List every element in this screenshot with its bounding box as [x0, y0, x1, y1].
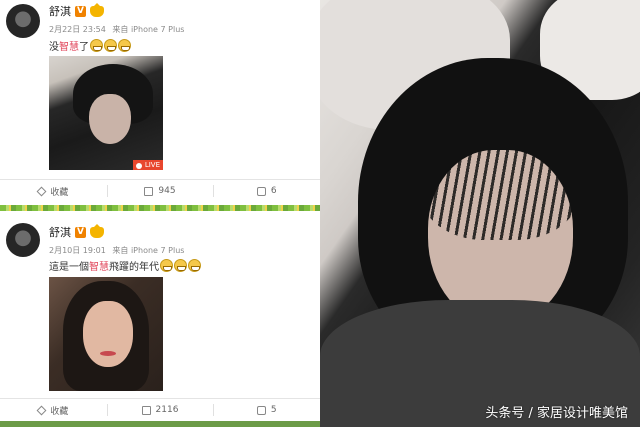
post-header: 舒淇 V — [49, 2, 104, 19]
post-text: 没 智慧 了 — [49, 38, 131, 53]
comment-button[interactable]: 5 — [213, 399, 320, 421]
grin-emoji-icon — [160, 259, 173, 272]
post-text-before: 没 — [49, 42, 59, 53]
photo-hair-strands — [420, 120, 580, 240]
avatar[interactable] — [6, 223, 40, 257]
grass-divider — [0, 421, 320, 427]
post-source: 来自 iPhone 7 Plus — [112, 25, 185, 34]
grin-emoji-icon — [90, 39, 103, 52]
weibo-post: 舒淇 V 2月22日 23:54 来自 iPhone 7 Plus 没 智慧 了… — [0, 0, 320, 205]
vip-crown-icon — [90, 2, 104, 17]
post-image-thumbnail[interactable] — [49, 277, 163, 391]
post-text-after: 了 — [79, 42, 89, 53]
grin-emoji-icon — [118, 39, 131, 52]
weibo-feed: 舒淇 V 2月22日 23:54 来自 iPhone 7 Plus 没 智慧 了… — [0, 0, 320, 427]
post-actions: 收藏 2116 5 — [0, 398, 320, 421]
post-meta: 2月22日 23:54 来自 iPhone 7 Plus — [49, 24, 188, 35]
grin-emoji-icon — [104, 39, 117, 52]
star-icon — [36, 186, 47, 196]
post-image-thumbnail[interactable]: LIVE — [49, 56, 163, 170]
comment-count: 6 — [270, 186, 277, 196]
comment-icon — [256, 186, 266, 196]
comment-count: 5 — [270, 405, 277, 415]
post-text-highlight[interactable]: 智慧 — [89, 258, 109, 273]
favorite-label: 收藏 — [50, 187, 69, 198]
post-date[interactable]: 2月10日 19:01 — [49, 246, 106, 255]
favorite-button[interactable]: 收藏 — [0, 180, 107, 202]
repost-button[interactable]: 2116 — [106, 399, 214, 421]
photo-lips — [100, 351, 116, 356]
post-text-before: 這是一個 — [49, 262, 89, 273]
post-date[interactable]: 2月22日 23:54 — [49, 25, 106, 34]
favorite-button[interactable]: 收藏 — [0, 399, 107, 421]
username[interactable]: 舒淇 — [49, 3, 71, 19]
post-source: 来自 iPhone 7 Plus — [112, 246, 185, 255]
forward-icon — [141, 405, 151, 415]
post-meta: 2月10日 19:01 来自 iPhone 7 Plus — [49, 245, 188, 256]
grin-emoji-icon — [174, 259, 187, 272]
grin-emoji-icon — [188, 259, 201, 272]
post-text-after: 飛躍的年代 — [109, 262, 159, 273]
avatar[interactable] — [6, 4, 40, 38]
photo-face — [89, 94, 131, 144]
comment-button[interactable]: 6 — [213, 180, 320, 202]
verified-badge-icon: V — [75, 226, 86, 238]
vip-crown-icon — [90, 223, 104, 238]
repost-count: 2116 — [155, 405, 179, 415]
verified-badge-icon: V — [75, 5, 86, 17]
forward-icon — [144, 186, 154, 196]
post-actions: 收藏 945 6 — [0, 179, 320, 202]
star-icon — [36, 405, 47, 415]
watermark: 头条号 / 家居设计唯美馆 — [485, 406, 628, 421]
enlarged-photo: 头条号 / 家居设计唯美馆 — [320, 0, 640, 427]
repost-button[interactable]: 945 — [106, 180, 214, 202]
post-text: 這是一個 智慧 飛躍的年代 — [49, 258, 201, 273]
weibo-post: 舒淇 V 2月10日 19:01 来自 iPhone 7 Plus 這是一個 智… — [0, 211, 320, 427]
repost-count: 945 — [158, 186, 176, 196]
post-text-highlight[interactable]: 智慧 — [59, 38, 79, 53]
live-badge: LIVE — [132, 160, 163, 170]
favorite-label: 收藏 — [50, 406, 69, 417]
comment-icon — [256, 405, 266, 415]
username[interactable]: 舒淇 — [49, 224, 71, 240]
post-header: 舒淇 V — [49, 223, 104, 240]
photo-face — [83, 301, 133, 367]
